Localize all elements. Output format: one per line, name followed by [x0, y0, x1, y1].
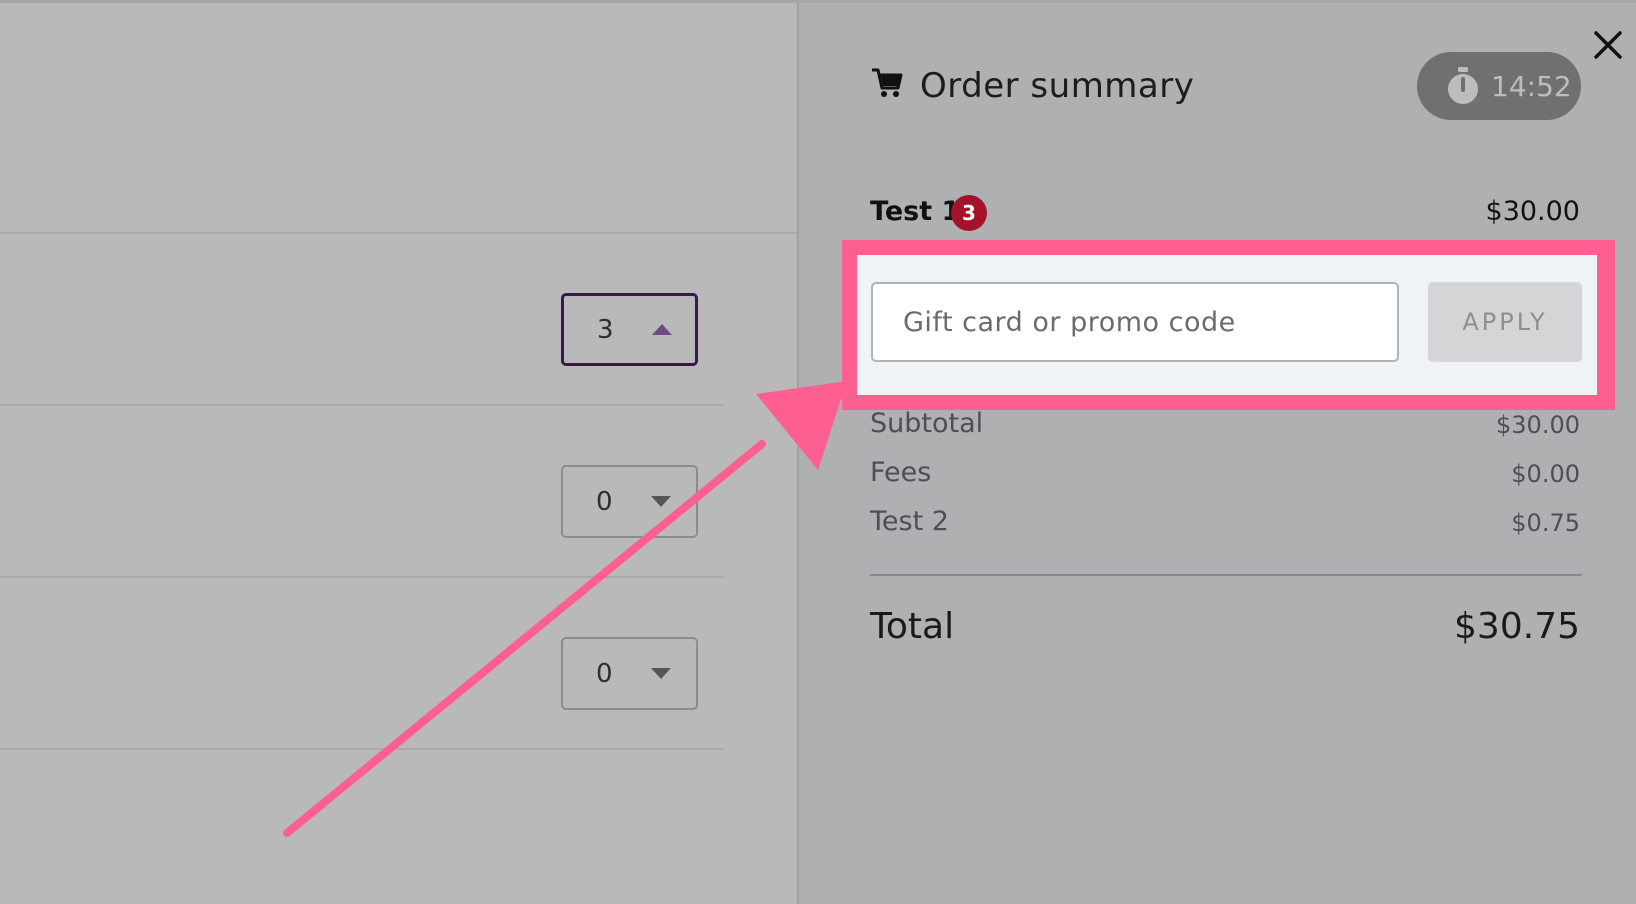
fees-label: Fees: [870, 457, 932, 488]
apply-button[interactable]: APPLY: [1428, 282, 1582, 362]
ticket-row: 3: [0, 233, 724, 406]
item-price: $30.00: [1485, 196, 1580, 227]
quantity-value: 3: [597, 314, 614, 345]
promo-code-input[interactable]: [871, 282, 1399, 362]
ticket-row: 0: [0, 577, 724, 750]
quantity-select[interactable]: 0: [561, 637, 698, 710]
quantity-value: 0: [596, 658, 613, 689]
caret-up-icon: [652, 324, 672, 335]
subtotal-label: Subtotal: [870, 408, 984, 439]
caret-down-icon: [651, 496, 671, 507]
quantity-select[interactable]: 0: [561, 465, 698, 538]
item-name: Test 1: [870, 196, 961, 227]
caret-down-icon: [651, 668, 671, 679]
countdown-timer: 14:52: [1417, 52, 1581, 120]
total-label: Total: [870, 606, 955, 647]
cart-icon: [872, 68, 903, 97]
timer-value: 14:52: [1491, 70, 1572, 103]
item-count-badge: 3: [951, 195, 987, 231]
event-header: [0, 3, 797, 234]
quantity-value: 0: [596, 486, 613, 517]
ticket-panel: 3 0 0: [0, 3, 797, 904]
order-summary-title: Order summary: [920, 66, 1195, 106]
test2-label: Test 2: [870, 506, 949, 537]
fees-value: $0.00: [1511, 460, 1580, 488]
subtotal-value: $30.00: [1496, 411, 1580, 439]
stopwatch-icon: [1448, 67, 1478, 104]
quantity-select[interactable]: 3: [561, 293, 698, 366]
checkout-screen: 3 0 0 Order summary 14:52 Test 1 3 $30.0…: [0, 0, 1636, 904]
test2-value: $0.75: [1511, 509, 1580, 537]
summary-divider: [870, 574, 1582, 576]
order-summary-panel: [797, 3, 1636, 904]
close-icon[interactable]: [1591, 28, 1625, 62]
total-value: $30.75: [1454, 606, 1580, 647]
ticket-row: 0: [0, 405, 724, 578]
